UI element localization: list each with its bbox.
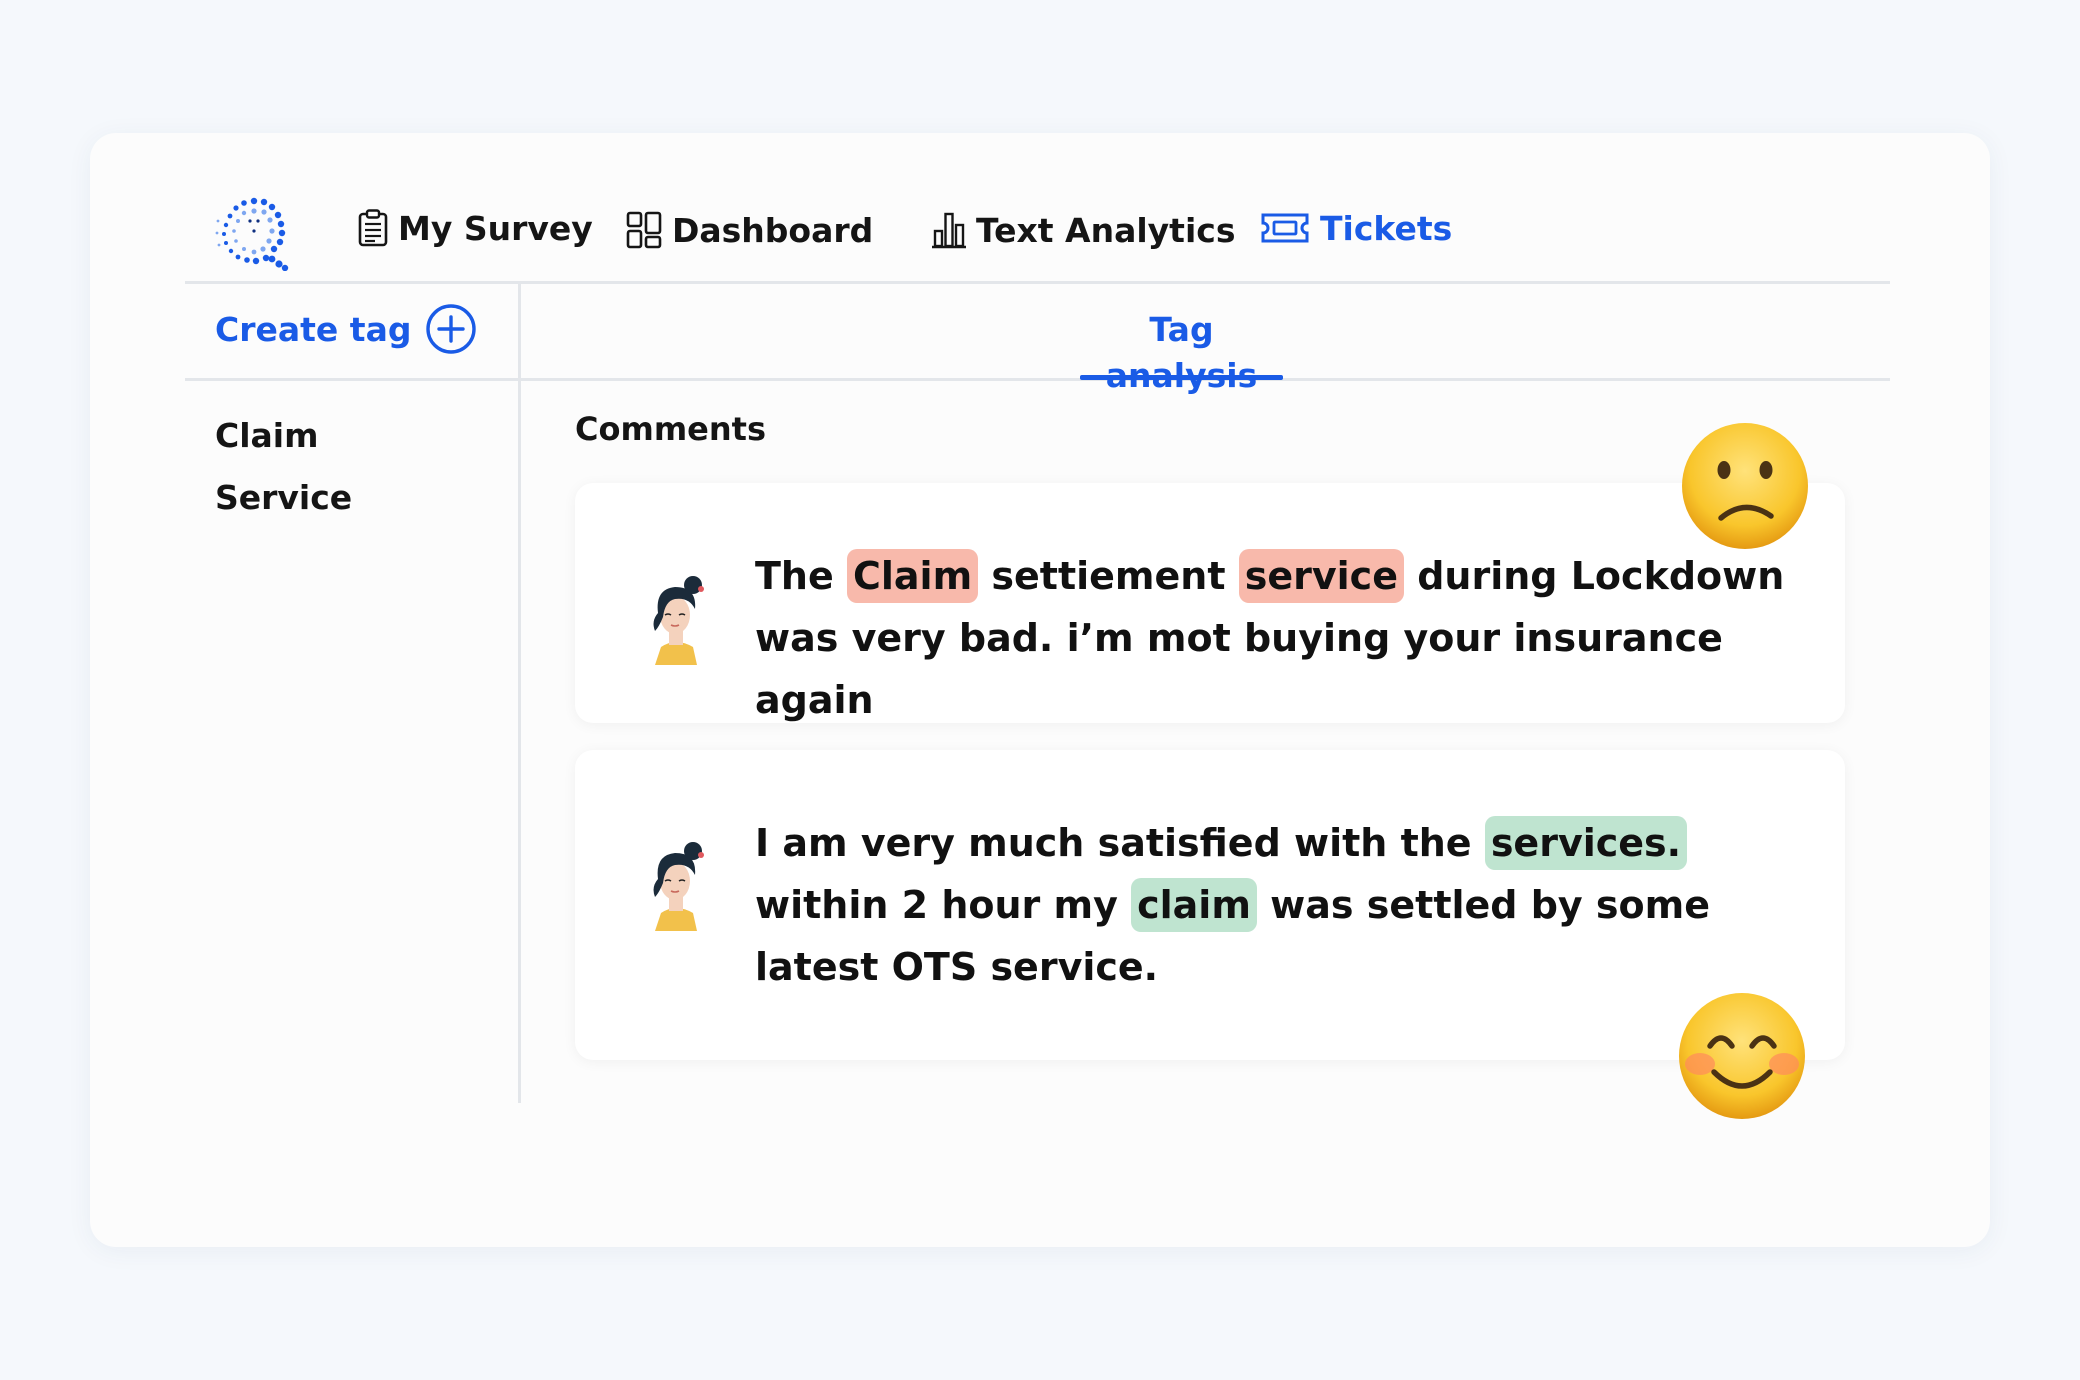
tag-item-claim[interactable]: Claim: [215, 405, 352, 467]
smiling-blush-emoji-icon: [1679, 993, 1805, 1119]
header-divider: [185, 281, 1890, 284]
app-logo-icon: [215, 197, 289, 271]
app-card: My Survey Dashboard Text Analytics Ticke…: [90, 133, 1990, 1247]
nav-label: Dashboard: [672, 210, 874, 250]
user-avatar-icon: [653, 842, 704, 931]
tabs-divider: [185, 378, 1890, 381]
tag-list: Claim Service: [215, 405, 352, 529]
plus-circle-icon: [426, 304, 477, 354]
comment-card: I am very much satisfied with the servic…: [575, 750, 1845, 1060]
nav-text-analytics[interactable]: Text Analytics: [932, 205, 1235, 255]
dashboard-grid-icon: [626, 211, 662, 249]
tag-item-service[interactable]: Service: [215, 467, 352, 529]
nav-label: Text Analytics: [976, 210, 1236, 250]
nav-my-survey[interactable]: My Survey: [358, 203, 593, 253]
nav-label: My Survey: [398, 208, 593, 248]
sidebar-divider: [518, 283, 521, 1103]
bar-chart-icon: [932, 212, 966, 249]
tag-highlight-claim[interactable]: Claim: [846, 549, 979, 603]
comment-text: The Claim settiement service during Lock…: [755, 545, 1815, 731]
nav-tickets[interactable]: Tickets: [1260, 203, 1452, 253]
comment-card: The Claim settiement service during Lock…: [575, 483, 1845, 723]
nav-label: Tickets: [1320, 208, 1453, 248]
user-avatar-icon: [653, 576, 704, 665]
tab-tag-analysis[interactable]: Tag analysis: [1080, 307, 1283, 395]
active-tab-indicator: [1080, 375, 1283, 380]
clipboard-icon: [358, 209, 388, 247]
create-tag-button[interactable]: Create tag: [215, 303, 477, 355]
tag-highlight-services[interactable]: services.: [1484, 816, 1688, 870]
comment-text: I am very much satisfied with the servic…: [755, 812, 1815, 998]
nav-dashboard[interactable]: Dashboard: [626, 205, 873, 255]
sad-face-emoji-icon: [1682, 423, 1808, 549]
ticket-icon: [1261, 213, 1309, 243]
comments-heading: Comments: [575, 410, 766, 448]
create-tag-label: Create tag: [215, 309, 412, 349]
tag-highlight-claim[interactable]: claim: [1131, 878, 1257, 932]
tag-highlight-service[interactable]: service: [1238, 549, 1404, 603]
